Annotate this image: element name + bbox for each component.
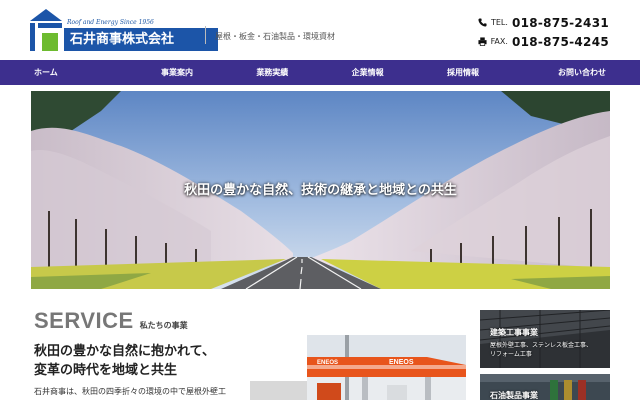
card-construction-desc-line-2: リフォーム工事 [490,351,532,358]
nav-item-achievements[interactable]: 業務実績 [225,60,320,85]
gas-station-image: ENEOS ENEOS [307,335,466,400]
station-sign-text: ENEOS [389,359,414,366]
card-construction-image [480,310,610,368]
main-nav: ホーム 事業案内 業務実績 企業情報 採用情報 お問い合わせ [0,60,640,85]
company-logo[interactable]: Roof and Energy Since 1956 石井商事株式会社 [30,9,218,51]
station-sign-text-small: ENEOS [317,360,338,366]
service-lead-line-2: 変革の時代を地域と共生 [34,363,178,378]
phone-icon [478,18,487,27]
hero-caption: 秋田の豊かな自然、技術の継承と地域との共生 [184,183,457,198]
nav-item-services[interactable]: 事業案内 [129,60,224,85]
nav-item-home[interactable]: ホーム [0,60,129,85]
nav-item-company[interactable]: 企業情報 [320,60,415,85]
photo-backdrop [250,381,310,400]
service-heading: SERVICE 私たちの事業 [34,308,188,334]
contact-info: TEL. 018-875-2431 FAX. 018-875-4245 [478,13,609,51]
card-petroleum-title: 石油製品事業 [490,391,538,400]
card-construction-title: 建築工事事業 [490,328,538,337]
phone-prefix: TEL. [490,18,508,27]
fax-number: 018-875-4245 [511,34,609,49]
business-lines: 屋根・板金・石油製品・環境資材 [215,32,335,41]
phone-row[interactable]: TEL. 018-875-2431 [478,13,609,32]
site-header: Roof and Energy Since 1956 石井商事株式会社 屋根・板… [0,0,640,60]
service-title: SERVICE [34,308,134,333]
card-construction[interactable]: 建築工事事業 屋根外壁工事、ステンレス板金工事、 リフォーム工事 [480,310,610,368]
nav-item-recruit[interactable]: 採用情報 [415,60,510,85]
logo-tagline: Roof and Energy Since 1956 [67,19,154,26]
card-construction-desc-line-1: 屋根外壁工事、ステンレス板金工事、 [490,342,593,349]
house-logo-icon [30,9,62,51]
gas-station-photo: ENEOS ENEOS [307,335,466,400]
fax-row: FAX. 018-875-4245 [478,32,609,51]
nav-item-contact[interactable]: お問い合わせ [511,60,640,85]
service-body-text: 石井商事は、秋田の四季折々の環境の中で屋根外壁工 [34,387,226,396]
header-divider [205,26,206,44]
card-construction-desc: 屋根外壁工事、ステンレス板金工事、 リフォーム工事 [490,341,592,359]
phone-number[interactable]: 018-875-2431 [512,16,609,30]
service-lead-line-1: 秋田の豊かな自然に抱かれて、 [34,344,215,359]
service-lead: 秋田の豊かな自然に抱かれて、 変革の時代を地域と共生 [34,342,215,380]
card-petroleum[interactable]: 石油製品事業 [480,374,610,400]
fax-prefix: FAX. [490,37,508,46]
service-subtitle: 私たちの事業 [139,321,188,330]
company-name: 石井商事株式会社 [64,28,218,51]
fax-icon [478,37,487,46]
hero-banner: 秋田の豊かな自然、技術の継承と地域との共生 [31,91,610,289]
